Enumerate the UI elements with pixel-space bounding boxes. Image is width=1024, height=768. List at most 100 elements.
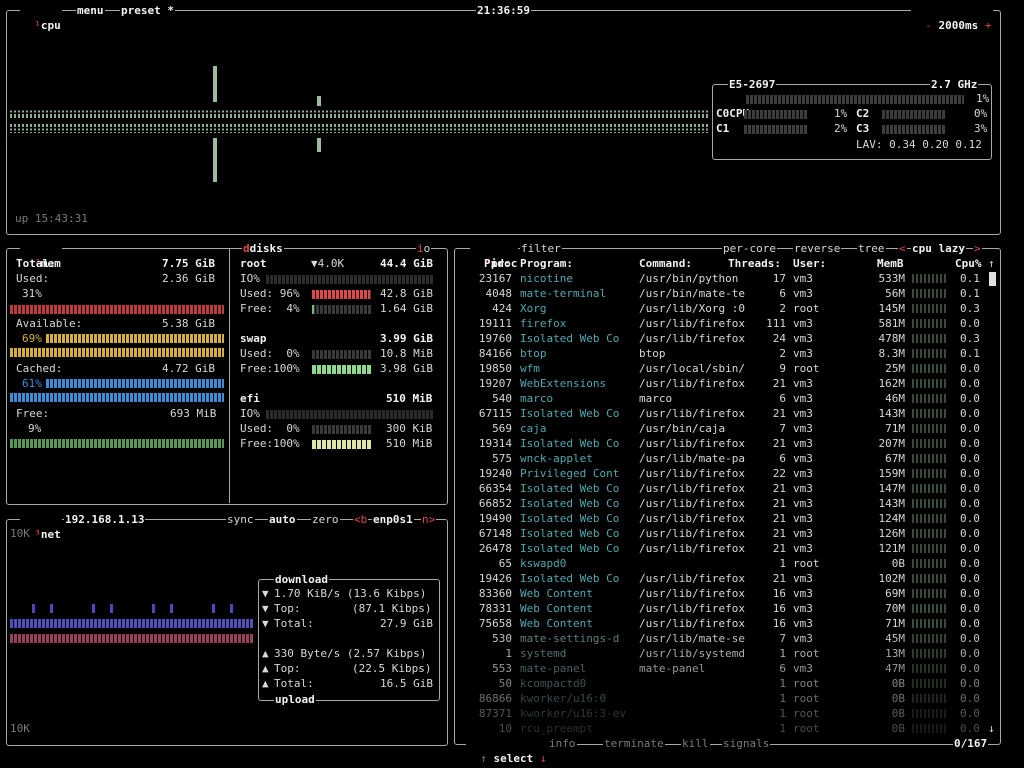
auto-toggle[interactable]: auto <box>268 512 297 527</box>
table-row[interactable]: 10 rcu_preempt 1 root 0B 0.0 <box>460 721 985 736</box>
disk-efi-name: efi <box>240 392 260 405</box>
cell-user: root <box>793 362 820 375</box>
cell-command: /usr/bin/caja <box>639 422 726 435</box>
table-row[interactable]: 75658 Web Content/usr/lib/firefox 16 vm3 71M… <box>460 616 985 631</box>
info-button[interactable]: info <box>548 736 577 751</box>
col-header-program[interactable]: Program: <box>520 256 573 271</box>
preset-button[interactable]: preset * <box>120 3 175 18</box>
table-row[interactable]: 424 Xorg/usr/lib/Xorg :0 2 root 145M 0.3 <box>460 301 985 316</box>
kill-button[interactable]: kill <box>681 736 710 751</box>
scrollbar-thumb[interactable] <box>989 272 996 286</box>
cell-threads: 2 <box>779 302 786 315</box>
disk-root-free-fill <box>312 305 315 314</box>
upload-title: upload <box>274 692 316 707</box>
sync-toggle[interactable]: sync <box>226 512 255 527</box>
mem-mini-graph <box>912 424 948 433</box>
filter-button[interactable]: filter <box>520 241 562 256</box>
download-top-label: Top: <box>274 602 301 615</box>
table-row[interactable]: 78331 Web Content/usr/lib/firefox 16 vm3 70M… <box>460 601 985 616</box>
disk-swap-free-value: 3.98 GiB <box>380 362 433 375</box>
col-header-mem[interactable]: MemB <box>877 256 904 271</box>
select-down-icon[interactable]: ↓ <box>540 752 547 765</box>
per-core-toggle[interactable]: per-core <box>722 241 777 256</box>
cell-cpu: 0.0 <box>960 647 980 660</box>
cell-threads: 1 <box>779 647 786 660</box>
sort-next-button[interactable]: > <box>973 241 982 256</box>
terminate-button[interactable]: terminate <box>603 736 665 751</box>
col-header-command[interactable]: Command: <box>639 256 692 271</box>
table-row[interactable]: 4048 mate-terminal/usr/bin/mate-te 6 vm3 56M… <box>460 286 985 301</box>
scroll-up-icon[interactable]: ↑ <box>988 256 995 271</box>
core-c0-pct: 1% <box>834 107 848 120</box>
table-row[interactable]: 50 kcompactd0 1 root 0B 0.0 <box>460 676 985 691</box>
table-row[interactable]: 1 systemd/usr/lib/systemd 1 root 13M 0.0 <box>460 646 985 661</box>
mem-mini-graph <box>912 619 948 628</box>
table-row[interactable]: 540 marco marco 6 vm3 46M 0.0 <box>460 391 985 406</box>
table-row[interactable]: 66852 Isolated Web Co/usr/lib/firefox 21 vm… <box>460 496 985 511</box>
table-row[interactable]: 65 kswapd0 1 root 0B 0.0 <box>460 556 985 571</box>
zero-toggle[interactable]: zero <box>311 512 340 527</box>
table-row[interactable]: 575 wnck-applet/usr/lib/mate-pa 6 vm3 67M 0.0 <box>460 451 985 466</box>
reverse-toggle[interactable]: reverse <box>793 241 842 256</box>
table-row[interactable]: 19111 firefox/usr/lib/firefox 111 vm3 581M 0.… <box>460 316 985 331</box>
table-row[interactable]: 569 caja/usr/bin/caja 7 vm3 71M 0.0 <box>460 421 985 436</box>
cell-pid: 19207 <box>478 377 512 390</box>
core-c2-pct: 0% <box>974 107 988 120</box>
cpu-tab[interactable]: ¹cpu <box>20 3 62 33</box>
tree-toggle[interactable]: tree <box>857 241 886 256</box>
mem-disks-divider <box>229 248 230 503</box>
disk-root-free-meter <box>312 305 372 314</box>
cell-cpu: 0.0 <box>960 407 980 420</box>
table-row[interactable]: 83360 Web Content/usr/lib/firefox 16 vm3 69M… <box>460 586 985 601</box>
table-row[interactable]: 19490 Isolated Web Co/usr/lib/firefox 21 vm… <box>460 511 985 526</box>
table-row[interactable]: 19207 WebExtensions/usr/lib/firefox 21 vm3 1… <box>460 376 985 391</box>
cell-mem: 126M <box>878 527 906 540</box>
table-row[interactable]: 19426 Isolated Web Co/usr/lib/firefox 21 vm… <box>460 571 985 586</box>
mem-cached-pct: 61% <box>22 377 42 390</box>
io-toggle[interactable]: io <box>416 241 432 256</box>
sort-prev-button[interactable]: < <box>898 241 907 256</box>
table-row[interactable]: 87371 kworker/u16:3-ev 1 root 0B 0.0 <box>460 706 985 721</box>
cell-program: Web Content <box>520 617 593 630</box>
table-row[interactable]: 19850 wfm/usr/local/sbin/9 root 25M 0.0 <box>460 361 985 376</box>
signals-button[interactable]: signals <box>722 736 771 751</box>
interval-control[interactable]: - 2000ms + <box>911 3 993 33</box>
upload-total-label: Total: <box>274 677 314 690</box>
cell-pid: 23167 <box>478 272 512 285</box>
table-row[interactable]: 19760 Isolated Web Co/usr/lib/firefox 24 vm… <box>460 331 985 346</box>
interval-minus-button[interactable]: - <box>925 19 932 32</box>
table-row[interactable]: 67115 Isolated Web Co/usr/lib/firefox 21 vm… <box>460 406 985 421</box>
table-row[interactable]: 66354 Isolated Web Co/usr/lib/firefox 21 vm… <box>460 481 985 496</box>
col-header-threads[interactable]: Threads: <box>728 256 781 271</box>
table-row[interactable]: 19240 Privileged Cont/usr/lib/firefox 22 vm… <box>460 466 985 481</box>
table-row[interactable]: 530 mate-settings-d/usr/lib/mate-se 7 vm3 45… <box>460 631 985 646</box>
table-row[interactable]: 26478 Isolated Web Co/usr/lib/firefox 21 vm… <box>460 541 985 556</box>
table-row[interactable]: 19314 Isolated Web Co/usr/lib/firefox 21 vm… <box>460 436 985 451</box>
menu-button[interactable]: menu <box>76 3 105 18</box>
table-row[interactable]: 553 mate-panel mate-panel 6 vm3 47M 0.0 <box>460 661 985 676</box>
select-up-icon[interactable]: ↑ <box>480 752 487 765</box>
col-header-cpu[interactable]: Cpu% <box>955 256 982 271</box>
io-toggle-label: o <box>423 242 431 255</box>
cell-program: Isolated Web Co <box>520 527 620 540</box>
scroll-down-icon[interactable]: ↓ <box>988 721 995 736</box>
core-c3-label: C3 <box>856 122 870 135</box>
cell-pid: 19760 <box>478 332 512 345</box>
table-row[interactable]: 67148 Isolated Web Co/usr/lib/firefox 21 vm… <box>460 526 985 541</box>
cell-user: root <box>793 677 820 690</box>
col-header-user[interactable]: User: <box>793 256 826 271</box>
cell-command: marco <box>639 392 673 405</box>
disks-tab[interactable]: ddisks <box>242 241 284 256</box>
table-row[interactable]: 84166 btop btop 2 vm3 8.3M 0.1 <box>460 346 985 361</box>
mem-avail-pct: 69% <box>22 332 42 345</box>
col-header-pid[interactable]: Pid: <box>484 256 511 271</box>
table-row[interactable]: 86866 kworker/u16:0 1 root 0B 0.0 <box>460 691 985 706</box>
next-iface-button[interactable]: n> <box>421 512 437 527</box>
table-row[interactable]: 23167 nicotine/usr/bin/python 17 vm3 533M 0.1 <box>460 271 985 286</box>
select-button[interactable]: select <box>494 752 534 765</box>
sort-field[interactable]: cpu lazy <box>911 241 966 256</box>
cell-pid: 1 <box>505 647 512 660</box>
cell-cpu: 0.3 <box>960 302 980 315</box>
interval-plus-button[interactable]: + <box>985 19 992 32</box>
prev-iface-button[interactable]: <b <box>353 512 369 527</box>
